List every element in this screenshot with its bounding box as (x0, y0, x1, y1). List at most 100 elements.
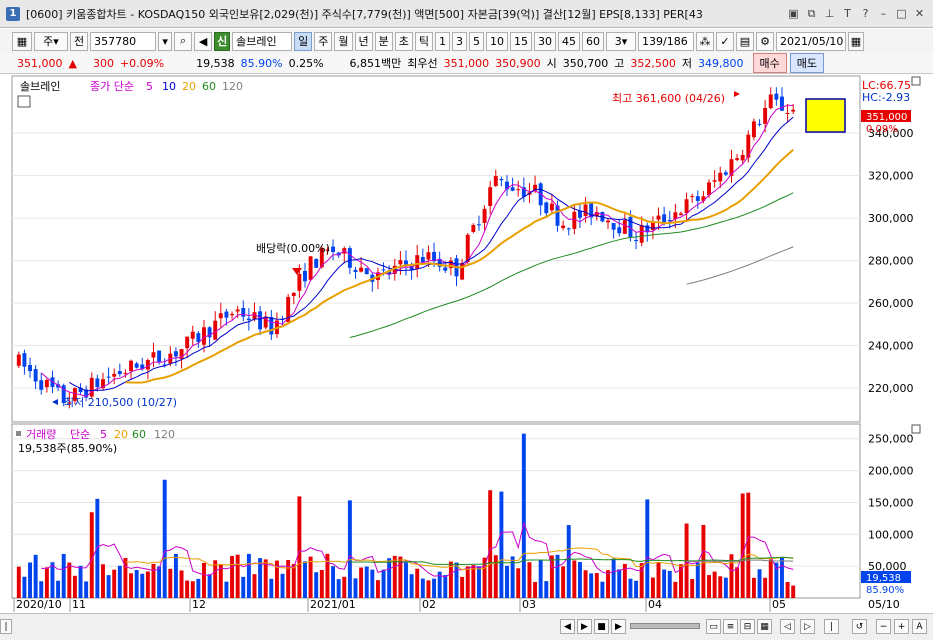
scroll-right-end[interactable]: | (824, 619, 839, 634)
scroll-prev-icon[interactable]: ◀ (560, 619, 575, 634)
minute-60[interactable]: 60 (582, 31, 604, 51)
maximize-icon[interactable]: □ (894, 6, 909, 21)
volume-bar (303, 561, 307, 598)
x-axis-label: 2021/01 (310, 598, 356, 611)
volume-bar (538, 560, 543, 598)
period-day[interactable]: 일 (294, 31, 313, 51)
help-icon[interactable]: ? (858, 6, 873, 21)
scroll-next-icon[interactable]: ▶ (577, 619, 592, 634)
yellow-marker-box[interactable] (805, 98, 846, 133)
table-icon[interactable] (17, 95, 31, 108)
period-type-select[interactable]: 주 ▾ (34, 31, 68, 51)
low-price: 349,800 (698, 56, 744, 70)
volume-legend-icon (16, 431, 21, 436)
stop-icon[interactable]: ■ (594, 619, 609, 634)
reset-icon[interactable]: ↺ (852, 619, 867, 634)
volume-bar (594, 573, 599, 598)
candle-body (112, 373, 117, 377)
font-icon[interactable]: A (912, 619, 927, 634)
volume-bar (617, 569, 622, 598)
search-icon[interactable]: ⌕ (174, 31, 193, 51)
buy-button[interactable]: 매수 (752, 53, 787, 73)
search-dropdown-icon[interactable]: ▾ (158, 31, 173, 51)
minute-1[interactable]: 1 (435, 31, 450, 51)
zoom-slider[interactable] (630, 623, 700, 629)
volume-bar (16, 566, 21, 598)
candle-body (476, 224, 481, 226)
scroll-left-end[interactable]: | (0, 619, 12, 634)
close-icon[interactable]: ✕ (912, 6, 927, 21)
volume-bar (202, 562, 206, 598)
period-tick[interactable]: 틱 (414, 31, 433, 51)
volume-current-pct: 85.90% (866, 585, 904, 596)
legend-ma-120: 120 (222, 80, 243, 93)
minute-15[interactable]: 15 (510, 31, 532, 51)
price-panel[interactable] (11, 75, 861, 423)
link-icon[interactable]: ⧉ (804, 6, 819, 21)
volume-bar (129, 573, 133, 598)
minute-10[interactable]: 10 (486, 31, 508, 51)
minute-5[interactable]: 5 (469, 31, 484, 51)
checkmark-icon[interactable]: ✓ (716, 31, 734, 51)
volume-bar (533, 581, 538, 598)
x-axis-label: 12 (192, 598, 206, 611)
layout-icon[interactable]: ▦ (12, 31, 32, 51)
candle-body (314, 259, 319, 268)
volume-bar (746, 492, 751, 598)
candle-body (258, 311, 263, 330)
save-icon[interactable]: ▤ (736, 31, 754, 51)
zoom-out-icon[interactable]: ◁ (780, 619, 795, 634)
volume-bar (628, 578, 633, 598)
pin-icon[interactable]: ⊥ (822, 6, 837, 21)
minus-icon[interactable]: − (876, 619, 891, 634)
candle-body (303, 270, 307, 282)
date-input[interactable]: 2021/05/10 (776, 31, 846, 51)
stock-chart[interactable]: 220,000 240,000 260,000 280,000 300,000 320,0… (0, 74, 933, 613)
minute-3[interactable]: 3 (452, 31, 467, 51)
play-icon[interactable]: ▶ (611, 619, 626, 634)
calendar-icon[interactable]: ▦ (848, 31, 864, 51)
list-icon[interactable]: ≡ (723, 619, 738, 634)
open-label: 시 (546, 57, 557, 70)
plus-icon[interactable]: + (894, 619, 909, 634)
grid-icon[interactable]: ▦ (757, 619, 772, 634)
minute-45[interactable]: 45 (558, 31, 580, 51)
best-ask: 351,000 (443, 56, 490, 70)
volume-bar (611, 558, 616, 598)
text-icon[interactable]: T (840, 6, 855, 21)
candle-body (493, 176, 498, 186)
interval-select[interactable]: 3 ▾ (606, 31, 636, 51)
chart-scrollbar[interactable]: | ◀ ▶ ■ ▶ ▭ ≡ ⊟ ▦ ◁ ▷ | ↺ − + A (0, 613, 933, 640)
minimize-icon[interactable]: – (876, 6, 891, 21)
volume-ma-60: 60 (132, 428, 146, 441)
volume-bar (196, 578, 201, 598)
sell-button[interactable]: 매도 (789, 53, 825, 73)
settings-icon[interactable]: ⚙ (756, 31, 774, 51)
stock-code-input[interactable]: 357780 (90, 31, 157, 51)
period-week[interactable]: 주 (314, 31, 333, 51)
volume-bar (308, 556, 313, 598)
speaker-icon[interactable]: ◀ (194, 31, 213, 51)
price-panel-menu-icon[interactable] (911, 76, 921, 86)
period-month[interactable]: 월 (334, 31, 353, 51)
network-icon[interactable]: ⁂ (696, 31, 714, 51)
x-axis-label: 05 (772, 598, 786, 611)
panel-menu-icon[interactable] (911, 424, 921, 434)
candle-body (583, 204, 588, 216)
period-second[interactable]: 초 (394, 31, 413, 51)
candle-body (89, 377, 94, 397)
screenshot-icon[interactable]: ▣ (786, 6, 801, 21)
zoom-window-icon[interactable]: ▭ (706, 619, 721, 634)
period-year[interactable]: 년 (354, 31, 373, 51)
fit-icon[interactable]: ⊟ (740, 619, 755, 634)
volume-bar (342, 576, 347, 598)
volume-bar (566, 525, 571, 598)
price-axis-label: 260,000 (868, 297, 914, 310)
minute-30[interactable]: 30 (534, 31, 556, 51)
volume-bar (432, 578, 437, 598)
volume-bar (241, 576, 246, 598)
prev-button[interactable]: 전 (70, 31, 89, 51)
volume-bar (577, 562, 582, 598)
period-minute[interactable]: 분 (374, 31, 393, 51)
zoom-in-icon[interactable]: ▷ (800, 619, 815, 634)
